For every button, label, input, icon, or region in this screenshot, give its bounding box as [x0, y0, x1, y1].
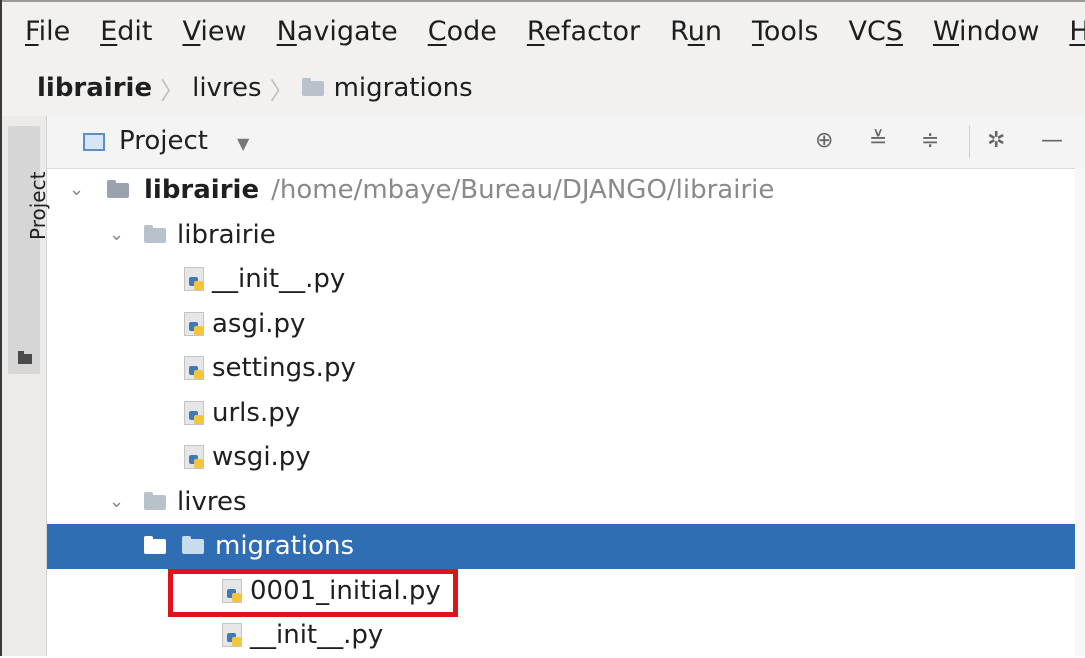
menu-bar: File Edit View Navigate Code Refactor Ru…	[2, 2, 1085, 60]
toolbar-divider	[969, 126, 970, 158]
python-file-icon	[184, 267, 204, 291]
tree-item-label: livres	[177, 486, 247, 517]
breadcrumb-root[interactable]: librairie	[37, 73, 152, 103]
tree-item-label: __init__.py	[212, 264, 346, 294]
tree-item-label: wsgi.py	[212, 442, 311, 472]
left-tool-stripe: Project	[2, 116, 50, 656]
folder-icon	[182, 536, 204, 554]
tree-row-file[interactable]: __init__.py	[47, 257, 1075, 302]
menu-code[interactable]: Code	[428, 16, 497, 47]
tree-item-label: librairie	[177, 219, 276, 250]
tree-item-label: asgi.py	[212, 308, 306, 339]
breadcrumb-separator: 〉	[269, 76, 294, 105]
folder-icon	[144, 224, 166, 243]
python-file-icon	[222, 578, 242, 603]
tree-row-file[interactable]: settings.py	[47, 346, 1075, 391]
project-view-selector[interactable]: Project	[119, 126, 208, 156]
tree-row-folder[interactable]: ⌄ livres	[47, 480, 1075, 525]
minimize-icon[interactable]: —	[1041, 128, 1063, 153]
folder-icon	[301, 77, 324, 96]
menu-run[interactable]: Run	[670, 16, 722, 47]
tree-row-file[interactable]: wsgi.py	[47, 435, 1075, 480]
tree-row-file[interactable]: asgi.py	[47, 302, 1075, 347]
locate-icon[interactable]: ⊕	[815, 128, 833, 153]
chevron-down-icon[interactable]: ⌄	[109, 480, 124, 525]
tree-row-file[interactable]: 0001_initial.py	[47, 569, 1075, 614]
tree-row-root[interactable]: ⌄ librairie/home/mbaye/Bureau/DJANGO/lib…	[47, 168, 1075, 213]
project-view-icon	[83, 133, 105, 151]
tree-item-label: 0001_initial.py	[250, 575, 441, 606]
tree-row-selected[interactable]: migrations	[47, 524, 1075, 569]
folder-icon	[144, 491, 166, 510]
tree-item-label: migrations	[215, 531, 355, 561]
tree-row-file[interactable]: __init__.py	[47, 613, 1075, 658]
gear-icon[interactable]: ✲	[987, 128, 1005, 153]
folder-icon	[107, 180, 129, 198]
menu-edit[interactable]: Edit	[100, 16, 152, 47]
breadcrumb-livres[interactable]: livres	[192, 73, 262, 103]
chevron-down-icon[interactable]: ⌄	[109, 213, 124, 258]
expand-all-icon[interactable]: ≚	[869, 128, 887, 153]
python-file-icon	[184, 356, 204, 380]
menu-help[interactable]: Help	[1069, 16, 1085, 47]
project-tool-tab[interactable]: Project	[8, 126, 50, 374]
python-file-icon	[184, 400, 204, 425]
folder-icon	[144, 536, 166, 554]
tree-item-label: settings.py	[212, 353, 356, 383]
chevron-down-icon[interactable]: ⌄	[69, 168, 84, 213]
menu-refactor[interactable]: Refactor	[527, 16, 640, 47]
collapse-all-icon[interactable]: ≑	[921, 128, 939, 153]
menu-file[interactable]: File	[25, 16, 70, 47]
project-tree: ⌄ librairie/home/mbaye/Bureau/DJANGO/lib…	[47, 168, 1075, 656]
tree-row-folder[interactable]: ⌄ librairie	[47, 213, 1075, 258]
menu-navigate[interactable]: Navigate	[277, 16, 398, 47]
menu-window[interactable]: Window	[933, 16, 1039, 47]
breadcrumb: librairie 〉 livres 〉 migrations	[2, 60, 1085, 116]
breadcrumb-separator: 〉	[160, 76, 185, 105]
tree-item-label: urls.py	[212, 397, 301, 428]
project-panel-header: Project ▼ ⊕ ≚ ≑ ✲ —	[47, 116, 1085, 169]
menu-vcs[interactable]: VCS	[848, 16, 902, 47]
tree-row-file[interactable]: urls.py	[47, 391, 1075, 436]
menu-view[interactable]: View	[183, 16, 247, 47]
tree-scrollbar-track[interactable]	[1075, 168, 1085, 656]
root-folder-label: librairie	[144, 175, 260, 205]
chevron-down-icon[interactable]: ▼	[237, 134, 249, 153]
python-file-icon	[184, 445, 204, 469]
breadcrumb-migrations[interactable]: migrations	[334, 73, 473, 103]
tree-item-label: __init__.py	[250, 620, 384, 650]
menu-tools[interactable]: Tools	[752, 16, 819, 47]
python-file-icon	[184, 311, 204, 336]
folder-icon	[18, 351, 32, 364]
python-file-icon	[222, 623, 242, 647]
root-folder-path: /home/mbaye/Bureau/DJANGO/librairie	[271, 175, 775, 205]
